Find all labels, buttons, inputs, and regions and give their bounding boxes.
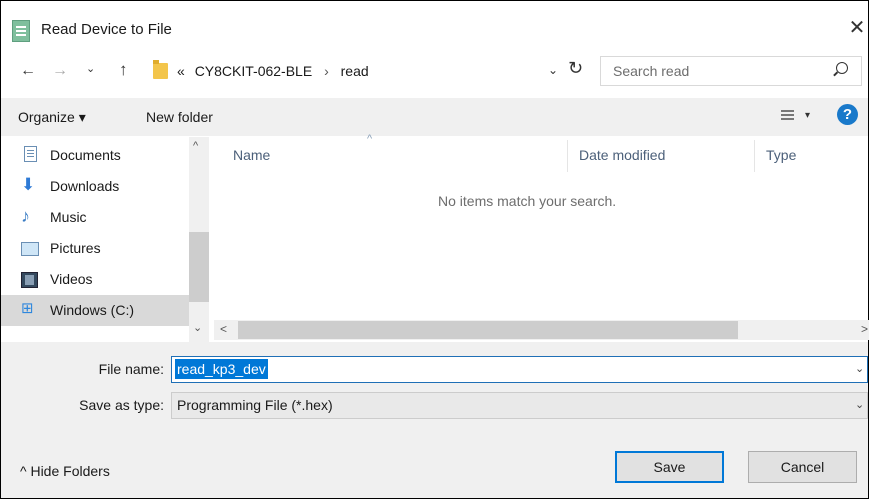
close-icon[interactable]: ✕ (846, 15, 868, 41)
cancel-button[interactable]: Cancel (748, 451, 857, 483)
column-header-type[interactable]: Type (766, 147, 796, 163)
save-type-label: Save as type: (79, 397, 164, 413)
sidebar-item-music[interactable]: Music (50, 209, 87, 225)
view-dropdown-icon[interactable]: ▾ (805, 110, 810, 121)
sidebar-item-downloads[interactable]: Downloads (50, 178, 119, 194)
column-divider[interactable] (754, 140, 755, 172)
search-icon[interactable] (836, 62, 848, 74)
documents-icon (24, 146, 37, 162)
folder-icon (153, 60, 168, 79)
breadcrumb-separator-icon[interactable]: › (324, 63, 329, 79)
sidebar-item-pictures[interactable]: Pictures (50, 240, 101, 256)
breadcrumb-item-read[interactable]: read (341, 63, 369, 79)
window-title: Read Device to File (41, 21, 172, 38)
scroll-down-icon[interactable]: ⌄ (193, 321, 202, 334)
empty-results-message: No items match your search. (438, 193, 617, 209)
forward-arrow-icon[interactable]: → (52, 62, 68, 80)
drive-icon: ⊞ (21, 300, 34, 317)
refresh-icon[interactable]: ↻ (568, 58, 583, 79)
search-placeholder: Search read (613, 63, 690, 79)
view-options-icon[interactable] (781, 110, 794, 122)
address-dropdown-icon[interactable]: ⌄ (548, 63, 558, 77)
sort-ascending-icon: ^ (367, 133, 373, 145)
scroll-up-icon[interactable]: ^ (193, 140, 198, 152)
breadcrumb-overflow[interactable]: « (177, 63, 185, 79)
scroll-left-icon[interactable]: < (220, 322, 227, 336)
column-divider[interactable] (567, 140, 568, 172)
app-icon (12, 20, 30, 42)
horizontal-scrollbar-thumb[interactable] (238, 321, 738, 339)
music-icon: ♪ (21, 206, 30, 226)
file-name-input[interactable] (171, 356, 868, 383)
videos-icon (21, 272, 38, 288)
sidebar-item-windows-c[interactable]: Windows (C:) (50, 302, 134, 318)
organize-button[interactable]: Organize ▾ (18, 109, 86, 126)
breadcrumb-item-kit[interactable]: CY8CKIT-062-BLE (195, 63, 313, 79)
file-name-dropdown-icon[interactable]: ⌄ (855, 362, 864, 375)
downloads-icon: ⬇ (21, 175, 36, 194)
up-arrow-icon[interactable]: ↑ (119, 60, 128, 80)
nav-scrollbar-thumb[interactable] (189, 232, 209, 302)
save-type-value[interactable]: Programming File (*.hex) (177, 397, 333, 413)
recent-locations-chevron-icon[interactable]: ⌄ (86, 62, 95, 75)
file-name-label: File name: (98, 361, 164, 377)
back-arrow-icon[interactable]: ← (20, 62, 36, 80)
breadcrumb: « CY8CKIT-062-BLE › read (177, 63, 369, 79)
save-type-dropdown-icon[interactable]: ⌄ (855, 398, 864, 411)
scroll-right-icon[interactable]: > (861, 322, 868, 336)
column-header-name[interactable]: Name (233, 147, 270, 163)
new-folder-button[interactable]: New folder (146, 109, 213, 125)
sidebar-item-videos[interactable]: Videos (50, 271, 93, 287)
column-header-date-modified[interactable]: Date modified (579, 147, 665, 163)
sidebar-item-documents[interactable]: Documents (50, 147, 121, 163)
help-icon[interactable]: ? (837, 104, 858, 125)
pictures-icon (21, 242, 39, 256)
toolbar (1, 98, 868, 136)
hide-folders-button[interactable]: ^ Hide Folders (20, 463, 110, 479)
file-name-value[interactable]: read_kp3_dev (175, 359, 268, 379)
save-button[interactable]: Save (615, 451, 724, 483)
